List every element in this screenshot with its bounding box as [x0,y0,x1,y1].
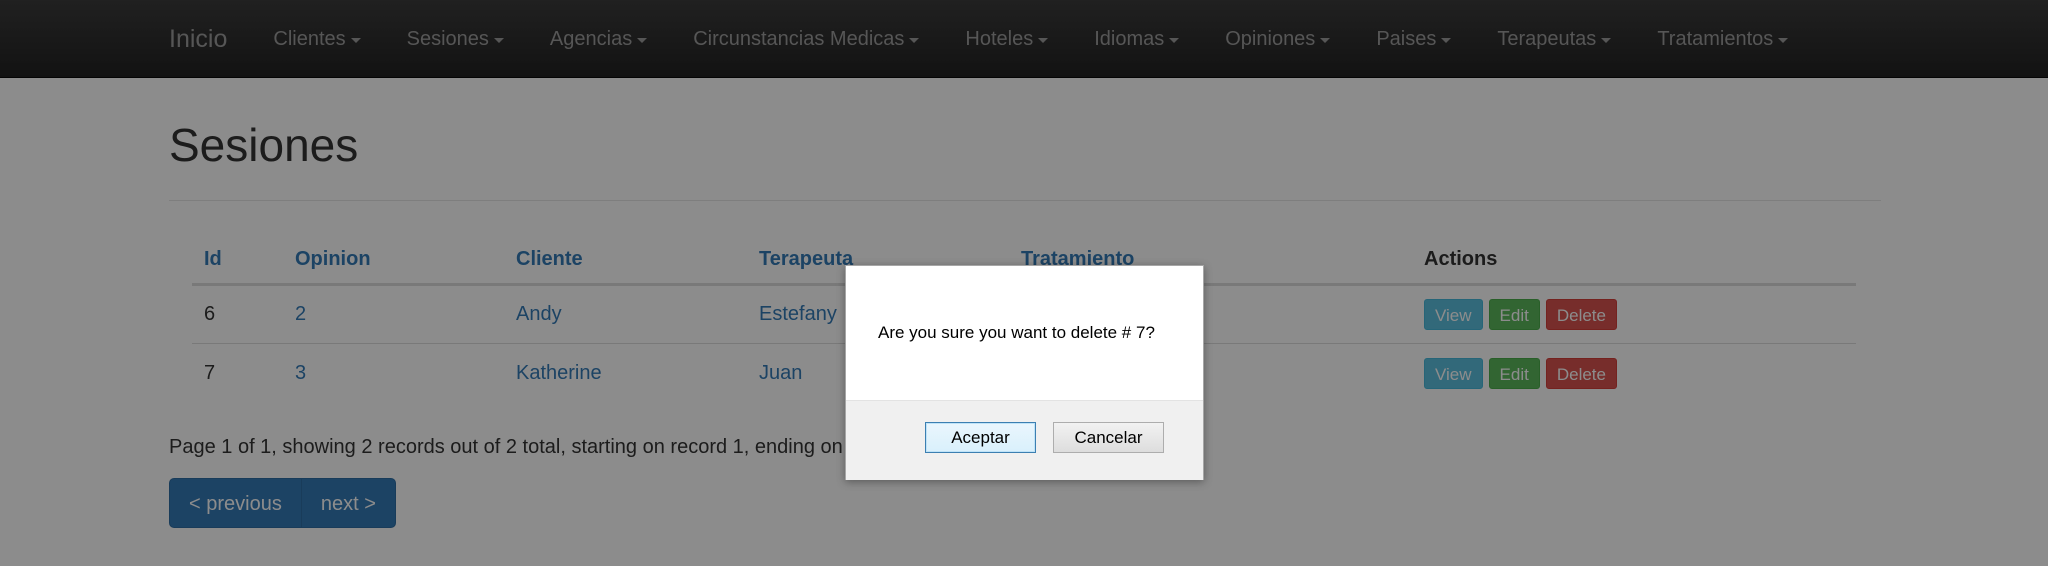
cancel-button[interactable]: Cancelar [1053,422,1164,453]
dialog-body: Are you sure you want to delete # 7? [846,266,1203,400]
confirm-delete-dialog: Are you sure you want to delete # 7? Ace… [845,265,1204,480]
dialog-message: Are you sure you want to delete # 7? [878,323,1155,342]
accept-button[interactable]: Aceptar [925,422,1036,453]
